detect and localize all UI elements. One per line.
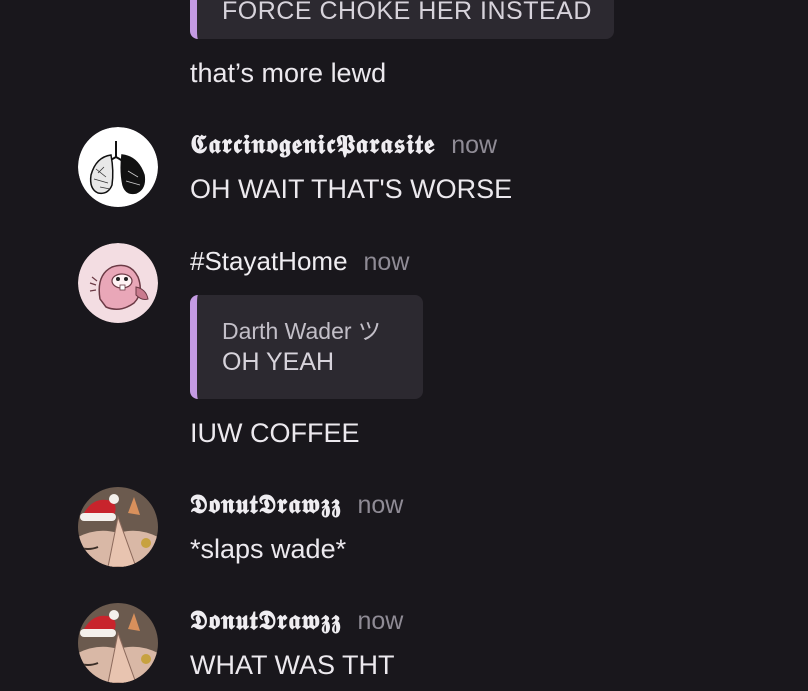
quoted-message[interactable]: FORCE CHOKE HER INSTEAD	[190, 0, 614, 39]
message-text: *slaps wade*	[190, 534, 347, 564]
santa-hat-character-avatar[interactable]	[78, 487, 158, 567]
username[interactable]: 𝕯𝖔𝖓𝖚𝖙𝕯𝖗𝖆𝖜𝖟𝖟	[190, 606, 341, 637]
message-header: #StayatHome now	[190, 246, 409, 277]
username[interactable]: 𝕯𝖔𝖓𝖚𝖙𝕯𝖗𝖆𝖜𝖟𝖟	[190, 490, 341, 521]
santa-hat-character-avatar[interactable]	[78, 603, 158, 683]
chat-message-list: FORCE CHOKE HER INSTEAD that’s more lewd…	[0, 0, 808, 691]
message-header: 𝕮𝖆𝖗𝖈𝖎𝖓𝖔𝖌𝖊𝖓𝖎𝖈𝕻𝖆𝖗𝖆𝖘𝖎𝖙𝖊 now	[190, 130, 497, 161]
username[interactable]: 𝕮𝖆𝖗𝖈𝖎𝖓𝖔𝖌𝖊𝖓𝖎𝖈𝕻𝖆𝖗𝖆𝖘𝖎𝖙𝖊	[190, 130, 435, 161]
timestamp: now	[357, 491, 404, 519]
username[interactable]: #StayatHome	[190, 246, 348, 277]
message-text: IUW COFFEE	[190, 418, 360, 448]
quoted-message-text: FORCE CHOKE HER INSTEAD	[222, 0, 592, 25]
timestamp: now	[363, 248, 410, 276]
message-text: that’s more lewd	[190, 58, 387, 88]
message-header: 𝕯𝖔𝖓𝖚𝖙𝕯𝖗𝖆𝖜𝖟𝖟 now	[190, 490, 403, 521]
cartoon-beaver-avatar[interactable]	[78, 243, 158, 323]
quoted-message-author: Darth Wader ツ	[222, 318, 381, 344]
lungs-drawing-avatar[interactable]	[78, 127, 158, 207]
message-header: 𝕯𝖔𝖓𝖚𝖙𝕯𝖗𝖆𝖜𝖟𝖟 now	[190, 606, 403, 637]
message-text: OH WAIT THAT'S WORSE	[190, 174, 513, 204]
quoted-message[interactable]: Darth Wader ツ OH YEAH	[190, 295, 423, 399]
timestamp: now	[451, 131, 498, 159]
message-text: WHAT WAS THT	[190, 650, 395, 680]
timestamp: now	[357, 607, 404, 635]
quoted-message-text: OH YEAH	[222, 348, 335, 376]
